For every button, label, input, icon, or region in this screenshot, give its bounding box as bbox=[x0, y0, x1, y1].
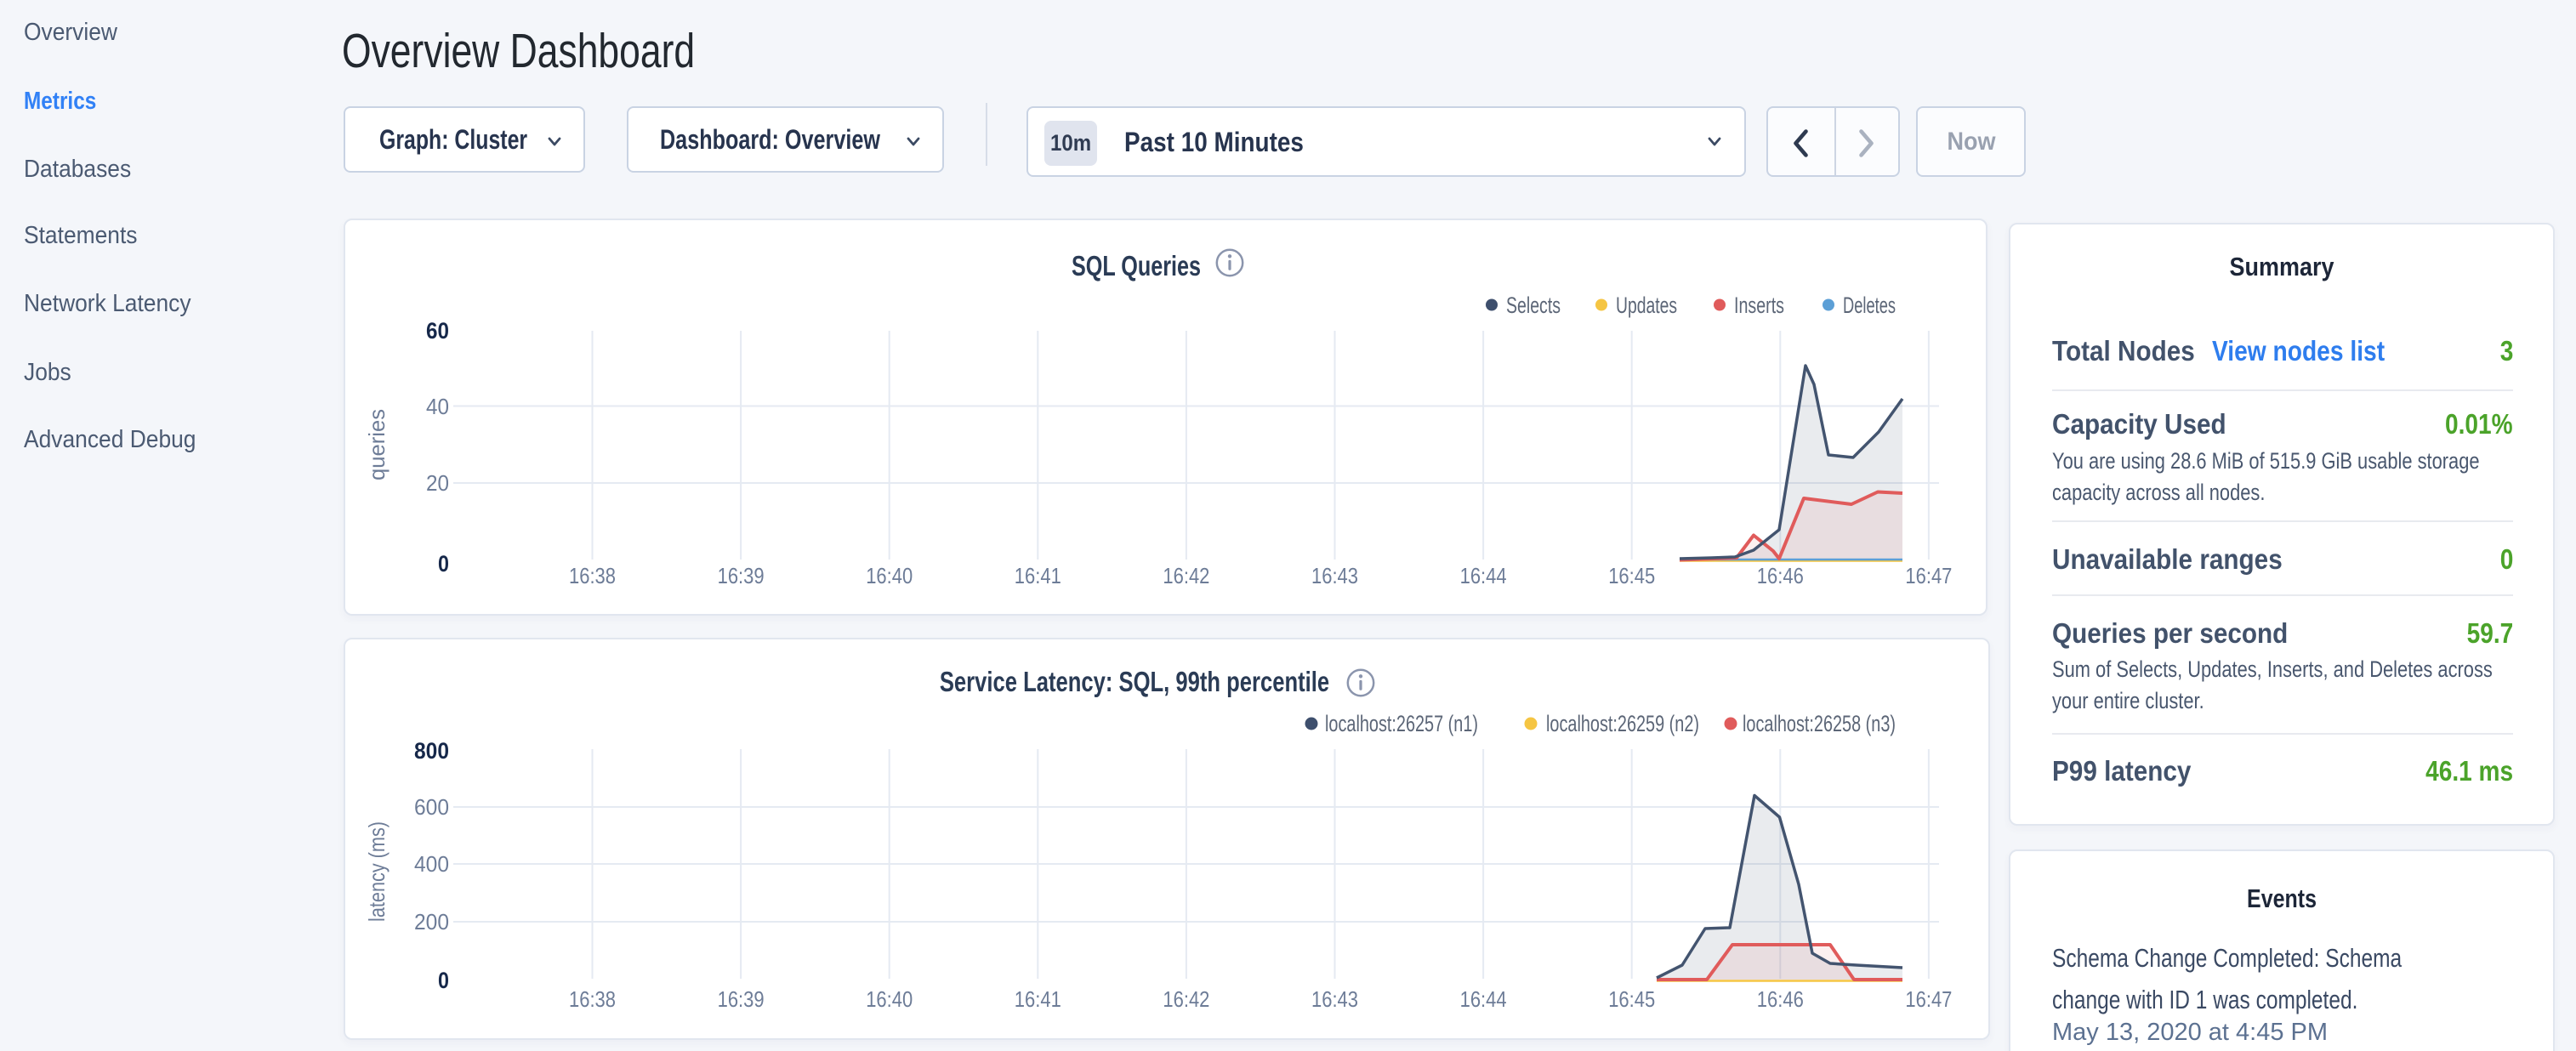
svg-text:0: 0 bbox=[438, 968, 449, 993]
svg-text:16:45: 16:45 bbox=[1608, 563, 1655, 588]
svg-text:Inserts: Inserts bbox=[1734, 293, 1784, 318]
svg-text:600: 600 bbox=[414, 794, 449, 820]
svg-text:16:38: 16:38 bbox=[569, 986, 616, 1012]
svg-text:16:46: 16:46 bbox=[1757, 563, 1804, 588]
svg-text:16:46: 16:46 bbox=[1757, 986, 1804, 1012]
svg-text:localhost:26259 (n2): localhost:26259 (n2) bbox=[1546, 711, 1699, 736]
svg-text:latency (ms): latency (ms) bbox=[364, 821, 390, 922]
svg-text:Updates: Updates bbox=[1616, 293, 1677, 318]
svg-text:Selects: Selects bbox=[1506, 293, 1561, 318]
svg-text:16:42: 16:42 bbox=[1163, 986, 1209, 1012]
svg-text:Deletes: Deletes bbox=[1843, 293, 1896, 318]
svg-text:16:43: 16:43 bbox=[1311, 986, 1358, 1012]
svg-text:localhost:26257 (n1): localhost:26257 (n1) bbox=[1325, 711, 1478, 736]
svg-text:400: 400 bbox=[414, 851, 449, 877]
svg-text:16:47: 16:47 bbox=[1905, 986, 1952, 1012]
svg-text:16:44: 16:44 bbox=[1460, 986, 1507, 1012]
svg-text:16:39: 16:39 bbox=[718, 563, 765, 588]
svg-text:16:41: 16:41 bbox=[1015, 563, 1061, 588]
svg-text:16:45: 16:45 bbox=[1608, 986, 1655, 1012]
svg-text:200: 200 bbox=[414, 909, 449, 935]
svg-text:queries: queries bbox=[364, 409, 390, 480]
svg-text:16:39: 16:39 bbox=[718, 986, 765, 1012]
svg-text:40: 40 bbox=[426, 394, 449, 419]
svg-text:16:42: 16:42 bbox=[1163, 563, 1209, 588]
svg-text:20: 20 bbox=[426, 470, 449, 496]
svg-text:16:40: 16:40 bbox=[866, 563, 913, 588]
svg-text:60: 60 bbox=[426, 318, 449, 344]
svg-text:800: 800 bbox=[414, 738, 449, 764]
svg-text:16:40: 16:40 bbox=[866, 986, 913, 1012]
svg-text:16:43: 16:43 bbox=[1311, 563, 1358, 588]
svg-text:localhost:26258 (n3): localhost:26258 (n3) bbox=[1743, 711, 1896, 736]
svg-text:16:44: 16:44 bbox=[1460, 563, 1507, 588]
svg-text:16:41: 16:41 bbox=[1015, 986, 1061, 1012]
svg-text:16:38: 16:38 bbox=[569, 563, 616, 588]
svg-text:0: 0 bbox=[438, 551, 449, 577]
svg-text:16:47: 16:47 bbox=[1905, 563, 1952, 588]
